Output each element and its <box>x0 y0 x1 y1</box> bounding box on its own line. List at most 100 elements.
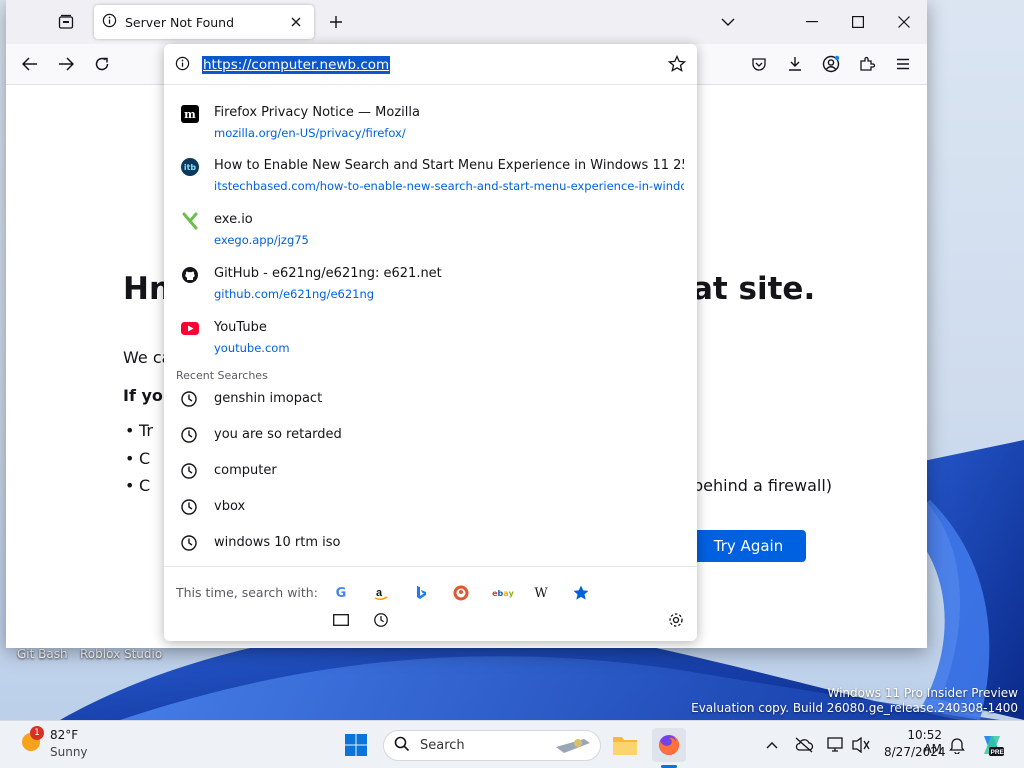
pocket-icon[interactable] <box>744 49 774 79</box>
google-engine-icon[interactable]: G <box>329 581 353 605</box>
recent-searches-label: Recent Searches <box>176 369 268 382</box>
search-highlight-illustration-icon <box>554 735 592 761</box>
forward-arrow-icon[interactable] <box>51 49 81 79</box>
firefox-taskbar-icon[interactable] <box>652 728 686 762</box>
recent-search-text: genshin imopact <box>214 391 323 406</box>
wikipedia-engine-icon[interactable]: W <box>529 581 553 605</box>
suggestion-url: youtube.com <box>214 341 290 355</box>
weather-temperature[interactable]: 82°F <box>50 728 78 742</box>
history-clock-icon <box>180 390 198 412</box>
github-icon <box>181 266 199 284</box>
taskbar-search-box[interactable]: Search <box>383 730 601 761</box>
youtube-icon <box>181 320 199 338</box>
info-icon <box>102 13 117 32</box>
display-icon[interactable] <box>825 734 847 756</box>
tab-title: Server Not Found <box>125 14 235 30</box>
bookmarks-star-icon[interactable] <box>569 581 593 605</box>
recent-search-row[interactable]: computer <box>164 454 697 490</box>
search-with-label: This time, search with: <box>176 585 318 600</box>
search-icon <box>394 736 410 756</box>
bing-engine-icon[interactable] <box>409 581 433 605</box>
url-input-row[interactable]: https://computer.newb.com <box>164 44 697 85</box>
url-input[interactable]: https://computer.newb.com <box>202 56 391 74</box>
close-window-icon[interactable] <box>881 0 927 44</box>
suggestion-title: How to Enable New Search and Start Menu … <box>214 158 684 173</box>
history-clock-icon <box>180 462 198 484</box>
suggestion-url: itstechbased.com/how-to-enable-new-searc… <box>214 179 684 193</box>
suggestion-title: YouTube <box>214 320 267 335</box>
list-all-tabs-chevron-down-icon[interactable] <box>713 7 743 37</box>
recent-search-text: computer <box>214 463 277 478</box>
suggestion-row[interactable]: exe.io exego.app/jzg75 <box>164 206 697 256</box>
taskbar: 1 82°F Sunny Search 10:52 AM 8/27/2024 P… <box>0 720 1024 768</box>
recent-search-text: windows 10 rtm iso <box>214 535 341 550</box>
suggestion-url: exego.app/jzg75 <box>214 233 309 247</box>
suggestion-url: github.com/e621ng/e621ng <box>214 287 375 301</box>
tab-server-not-found[interactable]: Server Not Found <box>94 5 314 39</box>
urlbar-dropdown: https://computer.newb.com m Firefox Priv… <box>164 44 697 641</box>
recent-search-text: you are so retarded <box>214 427 342 442</box>
suggestion-url: mozilla.org/en-US/privacy/firefox/ <box>214 126 406 140</box>
suggestion-row[interactable]: itb How to Enable New Search and Start M… <box>164 152 697 202</box>
svg-text:PRE: PRE <box>991 749 1005 756</box>
suggestion-row[interactable]: m Firefox Privacy Notice — Mozilla mozil… <box>164 99 697 149</box>
error-bullet-1: Tr <box>125 421 153 440</box>
suggestion-title: GitHub - e621ng/e621ng: e621.net <box>214 266 442 281</box>
search-settings-gear-icon[interactable] <box>664 608 688 632</box>
reload-icon[interactable] <box>87 49 117 79</box>
amazon-engine-icon[interactable]: a <box>369 581 393 605</box>
clock-date[interactable]: 8/27/2024 <box>884 745 946 759</box>
desktop-icon-roblox-studio[interactable]: Roblox Studio <box>80 647 162 661</box>
back-arrow-icon[interactable] <box>15 49 45 79</box>
itstechbased-icon: itb <box>181 158 199 176</box>
copilot-pre-icon[interactable]: PRE <box>978 731 1006 759</box>
recent-search-row[interactable]: vbox <box>164 490 697 526</box>
suggestion-title: exe.io <box>214 212 253 227</box>
error-bullet-3: C <box>125 476 150 495</box>
account-icon[interactable] <box>816 49 846 79</box>
maximize-icon[interactable] <box>835 0 881 44</box>
network-sound-icon[interactable] <box>850 734 872 756</box>
minimize-icon[interactable] <box>789 0 835 44</box>
error-title-end: at site. <box>692 271 816 307</box>
bookmark-star-icon[interactable] <box>667 54 687 77</box>
file-explorer-folder-icon[interactable] <box>610 730 640 760</box>
svg-text:a: a <box>376 587 383 599</box>
start-windows-icon[interactable] <box>342 731 370 759</box>
mozilla-m-icon: m <box>181 105 199 123</box>
recent-search-text: vbox <box>214 499 246 514</box>
watermark-line-2: Evaluation copy. Build 26080.ge_release.… <box>691 701 1018 715</box>
history-engine-icon[interactable] <box>369 608 393 632</box>
history-clock-icon <box>180 498 198 520</box>
suggestion-row[interactable]: YouTube youtube.com <box>164 314 697 364</box>
duckduckgo-engine-icon[interactable] <box>449 581 473 605</box>
suggestion-row[interactable]: GitHub - e621ng/e621ng: e621.net github.… <box>164 260 697 310</box>
tab-close-icon[interactable] <box>286 12 306 32</box>
ebay-engine-icon[interactable]: ebay <box>489 581 517 605</box>
notification-bell-icon[interactable] <box>946 734 968 756</box>
site-info-icon[interactable] <box>175 56 190 75</box>
downloads-icon[interactable] <box>780 49 810 79</box>
try-again-button[interactable]: Try Again <box>691 530 806 562</box>
desktop-icon-git-bash[interactable]: Git Bash <box>17 647 68 661</box>
recent-search-row[interactable]: windows 10 rtm iso <box>164 526 697 562</box>
search-with-bar: This time, search with: G a ebay W <box>164 566 697 641</box>
show-hidden-icons-chevron-up-icon[interactable] <box>762 735 782 755</box>
tab-bar: Server Not Found <box>6 0 927 44</box>
recent-search-row[interactable]: you are so retarded <box>164 418 697 454</box>
tabs-engine-icon[interactable] <box>329 608 353 632</box>
error-bullet-3-tail: behind a firewall) <box>693 476 833 495</box>
extensions-puzzle-icon[interactable] <box>852 49 882 79</box>
exe-io-icon <box>181 212 199 230</box>
suggestion-title: Firefox Privacy Notice — Mozilla <box>214 105 420 120</box>
cloud-offline-icon[interactable] <box>793 734 815 756</box>
hamburger-menu-icon[interactable] <box>888 49 918 79</box>
weather-badge: 1 <box>30 726 44 740</box>
new-tab-icon[interactable] <box>321 7 351 37</box>
recent-search-row[interactable]: genshin imopact <box>164 382 697 418</box>
taskbar-search-placeholder: Search <box>420 738 465 753</box>
weather-condition[interactable]: Sunny <box>50 745 88 759</box>
firefox-view-icon[interactable] <box>51 7 81 37</box>
history-clock-icon <box>180 534 198 556</box>
watermark-line-1: Windows 11 Pro Insider Preview <box>827 686 1018 700</box>
